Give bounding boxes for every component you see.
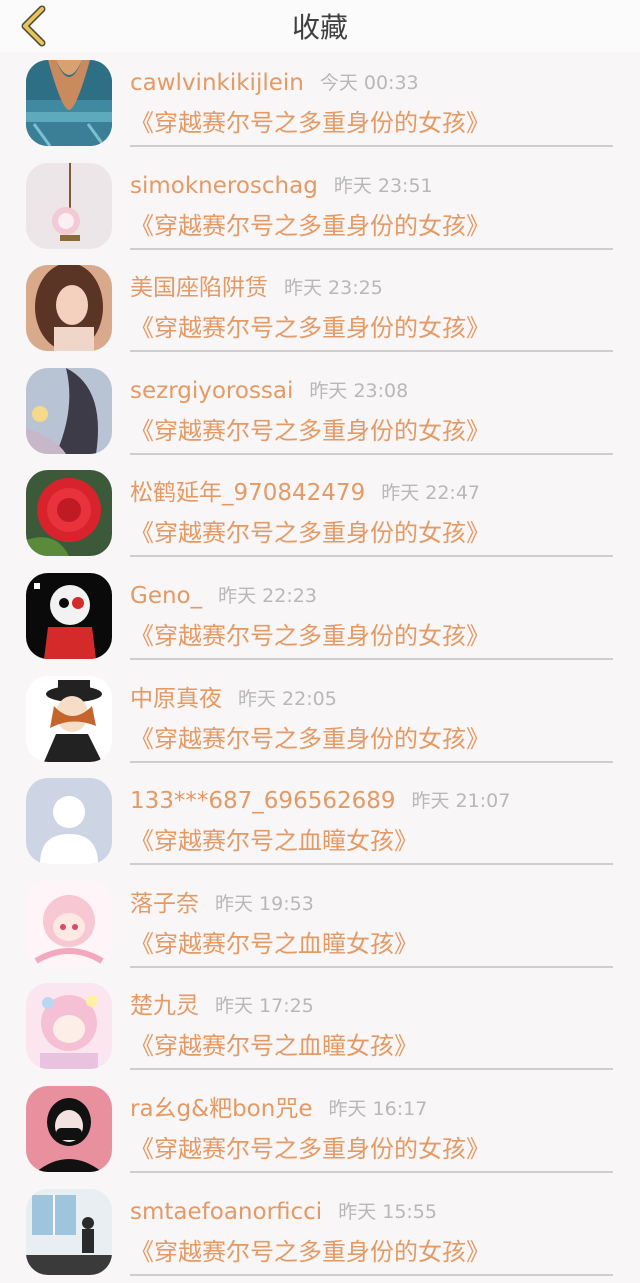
page-title: 收藏 — [291, 11, 348, 44]
timestamp: 昨天 21:07 — [411, 790, 511, 813]
favorite-item[interactable]: simokneroschag 昨天 23:51 《穿越赛尔号之多重身份的女孩》 — [0, 155, 640, 258]
username[interactable]: sezrgiyorossai — [130, 378, 293, 404]
name-line: 中原真夜 昨天 22:05 — [130, 682, 337, 716]
username[interactable]: 楚九灵 — [130, 993, 199, 1019]
timestamp: 昨天 15:55 — [338, 1200, 437, 1223]
username[interactable]: ra幺g&粑bon咒e — [130, 1096, 312, 1122]
book-title-link[interactable]: 《穿越赛尔号之多重身份的女孩》 — [130, 106, 490, 140]
name-line: 落子奈 昨天 19:53 — [130, 887, 314, 921]
navigation-bar: 收藏 — [0, 0, 640, 52]
timestamp: 昨天 23:25 — [284, 277, 383, 300]
favorite-item[interactable]: 美国座陷阱赁 昨天 23:25 《穿越赛尔号之多重身份的女孩》 — [0, 257, 640, 360]
name-line: 美国座陷阱赁 昨天 23:25 — [130, 271, 383, 305]
username[interactable]: 133***687_696562689 — [130, 788, 396, 814]
book-title-link[interactable]: 《穿越赛尔号之血瞳女孩》 — [130, 824, 418, 858]
avatar[interactable] — [26, 778, 112, 865]
favorite-item[interactable]: 133***687_696562689 昨天 21:07 《穿越赛尔号之血瞳女孩》 — [0, 770, 640, 873]
username[interactable]: 落子奈 — [130, 891, 199, 917]
book-title-link[interactable]: 《穿越赛尔号之多重身份的女孩》 — [130, 619, 490, 653]
timestamp: 今天 00:33 — [319, 72, 419, 94]
avatar-room-photo — [26, 1188, 112, 1275]
timestamp: 昨天 22:47 — [381, 482, 480, 505]
timestamp: 昨天 23:51 — [333, 174, 433, 197]
divider — [130, 1068, 613, 1071]
book-title-link[interactable]: 《穿越赛尔号之多重身份的女孩》 — [130, 516, 490, 550]
book-title-link[interactable]: 《穿越赛尔号之多重身份的女孩》 — [130, 1235, 490, 1269]
avatar[interactable] — [26, 367, 112, 454]
timestamp: 昨天 19:53 — [215, 892, 314, 915]
favorite-item[interactable]: 松鹤延年_970842479 昨天 22:47 《穿越赛尔号之多重身份的女孩》 — [0, 462, 640, 565]
favorite-item[interactable]: 楚九灵 昨天 17:25 《穿越赛尔号之血瞳女孩》 — [0, 975, 640, 1078]
timestamp: 昨天 22:23 — [218, 584, 317, 607]
username[interactable]: smtaefoanorficci — [130, 1199, 322, 1225]
avatar-girl-photo — [26, 265, 112, 352]
username[interactable]: 松鹤延年_970842479 — [130, 480, 365, 506]
avatar[interactable] — [26, 675, 112, 762]
book-title-link[interactable]: 《穿越赛尔号之多重身份的女孩》 — [130, 414, 490, 448]
avatar-denim — [26, 60, 112, 146]
favorite-item[interactable]: smtaefoanorficci 昨天 15:55 《穿越赛尔号之多重身份的女孩》 — [0, 1181, 640, 1283]
divider — [130, 555, 613, 558]
username[interactable]: Geno_ — [130, 583, 202, 609]
divider — [130, 452, 613, 455]
username[interactable]: simokneroschag — [130, 173, 318, 199]
divider — [130, 965, 613, 968]
avatar[interactable] — [26, 880, 112, 967]
book-title-link[interactable]: 《穿越赛尔号之血瞳女孩》 — [130, 1029, 418, 1063]
divider — [130, 350, 613, 353]
name-line: cawlvinkikijlein 今天 00:33 — [130, 66, 419, 100]
favorite-item[interactable]: cawlvinkikijlein 今天 00:33 《穿越赛尔号之多重身份的女孩》 — [0, 52, 640, 155]
name-line: 松鹤延年_970842479 昨天 22:47 — [130, 476, 480, 510]
divider — [130, 1273, 613, 1276]
avatar[interactable] — [26, 1085, 112, 1172]
username[interactable]: cawlvinkikijlein — [130, 70, 304, 96]
timestamp: 昨天 16:17 — [328, 1097, 428, 1120]
avatar-anime-hat — [26, 675, 112, 762]
avatar-girl-hair — [26, 367, 112, 454]
divider — [130, 145, 613, 147]
name-line: Geno_ 昨天 22:23 — [130, 579, 317, 613]
book-title-link[interactable]: 《穿越赛尔号之血瞳女孩》 — [130, 927, 418, 961]
avatar[interactable] — [26, 60, 112, 146]
avatar[interactable] — [26, 162, 112, 249]
book-title-link[interactable]: 《穿越赛尔号之多重身份的女孩》 — [130, 1132, 490, 1166]
username[interactable]: 中原真夜 — [130, 686, 222, 712]
favorites-list: cawlvinkikijlein 今天 00:33 《穿越赛尔号之多重身份的女孩》 s… — [0, 52, 640, 1283]
book-title-link[interactable]: 《穿越赛尔号之多重身份的女孩》 — [130, 311, 490, 345]
avatar-masked-girl — [26, 1085, 112, 1172]
favorite-item[interactable]: Geno_ 昨天 22:23 《穿越赛尔号之多重身份的女孩》 — [0, 565, 640, 668]
favorite-item[interactable]: ra幺g&粑bon咒e 昨天 16:17 《穿越赛尔号之多重身份的女孩》 — [0, 1078, 640, 1181]
avatar-anime-pink — [26, 880, 112, 967]
favorite-item[interactable]: 中原真夜 昨天 22:05 《穿越赛尔号之多重身份的女孩》 — [0, 668, 640, 771]
avatar[interactable] — [26, 265, 112, 352]
avatar-red-flower — [26, 470, 112, 557]
name-line: ra幺g&粑bon咒e 昨天 16:17 — [130, 1092, 427, 1126]
divider — [130, 1170, 613, 1173]
divider — [130, 657, 613, 660]
avatar-pendant — [26, 162, 112, 249]
username[interactable]: 美国座陷阱赁 — [130, 275, 268, 301]
name-line: smtaefoanorficci 昨天 15:55 — [130, 1195, 437, 1229]
name-line: 133***687_696562689 昨天 21:07 — [130, 784, 510, 818]
timestamp: 昨天 22:05 — [238, 687, 337, 710]
avatar[interactable] — [26, 1188, 112, 1275]
timestamp: 昨天 23:08 — [309, 379, 409, 402]
avatar-anime-pastel — [26, 983, 112, 1070]
name-line: 楚九灵 昨天 17:25 — [130, 989, 314, 1023]
timestamp: 昨天 17:25 — [215, 995, 314, 1018]
favorite-item[interactable]: sezrgiyorossai 昨天 23:08 《穿越赛尔号之多重身份的女孩》 — [0, 360, 640, 463]
divider — [130, 863, 613, 866]
name-line: simokneroschag 昨天 23:51 — [130, 169, 433, 203]
divider — [130, 247, 613, 250]
name-line: sezrgiyorossai 昨天 23:08 — [130, 374, 408, 408]
avatar[interactable] — [26, 983, 112, 1070]
avatar[interactable] — [26, 470, 112, 557]
avatar[interactable] — [26, 572, 112, 659]
book-title-link[interactable]: 《穿越赛尔号之多重身份的女孩》 — [130, 209, 490, 243]
avatar-default-person — [26, 778, 112, 865]
book-title-link[interactable]: 《穿越赛尔号之多重身份的女孩》 — [130, 722, 490, 756]
favorite-item[interactable]: 落子奈 昨天 19:53 《穿越赛尔号之血瞳女孩》 — [0, 873, 640, 976]
divider — [130, 760, 613, 763]
avatar-skeleton — [26, 572, 112, 659]
